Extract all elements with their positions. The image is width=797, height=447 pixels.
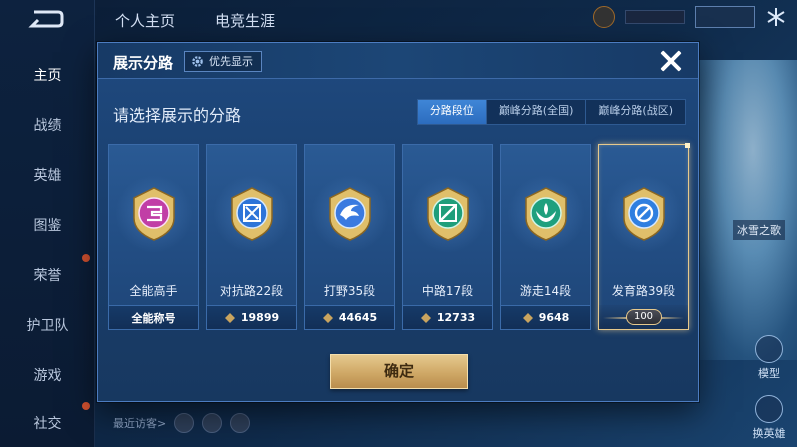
selected-footer: 100 <box>599 305 688 329</box>
model-icon <box>755 335 783 363</box>
recent-visitors-label: 最近访客> <box>113 417 167 430</box>
lane-display-dialog: 展示分路 优先显示 请选择展示的分路 分路段位 巅峰分路(全国) 巅峰分路(战区… <box>97 42 699 402</box>
lane-card-farm[interactable]: 发育路39段 100 <box>598 143 690 330</box>
notification-dot <box>82 402 90 410</box>
lane-card-name: 游走14段 <box>519 284 572 298</box>
lane-card-name: 全能高手 <box>129 284 178 298</box>
clash-lane-emblem-icon <box>230 187 273 241</box>
nav-item-honor[interactable]: 荣誉 <box>0 265 95 285</box>
dialog-title: 展示分路 <box>113 54 174 72</box>
allround-title-label: 全能称号 <box>131 311 176 325</box>
jungle-emblem-icon <box>328 187 371 241</box>
lane-card-footer: 12733 <box>403 305 492 329</box>
model-button[interactable]: 模型 <box>749 335 789 381</box>
nav-item-games[interactable]: 游戏 <box>0 365 95 385</box>
lane-card-list: 全能高手 全能称号 对抗路22段 19899 打野35段 44645 中路17段… <box>108 143 690 330</box>
lane-card-name: 中路17段 <box>421 284 474 298</box>
rank-badge: 100 <box>625 309 662 325</box>
visitor-avatar[interactable] <box>202 413 223 433</box>
lane-score: 12733 <box>436 311 476 324</box>
lane-card-footer: 9648 <box>501 305 590 329</box>
lane-card-name: 打野35段 <box>323 284 376 298</box>
back-arrow-icon <box>28 10 64 28</box>
top-right-controls <box>593 6 787 28</box>
notification-dot <box>82 254 90 262</box>
lane-card-roam[interactable]: 游走14段 9648 <box>500 144 591 330</box>
top-action-button[interactable] <box>695 6 755 28</box>
tab-peak-national[interactable]: 巅峰分路(全国) <box>487 100 587 124</box>
lane-score: 44645 <box>338 311 378 324</box>
lane-score: 19899 <box>240 311 280 324</box>
mid-lane-emblem-icon <box>426 187 469 241</box>
lane-card-footer: 全能称号 <box>109 305 198 329</box>
currency-bar <box>625 10 685 24</box>
snowflake-icon[interactable] <box>765 6 787 28</box>
lane-card-clash[interactable]: 对抗路22段 19899 <box>206 144 297 330</box>
lane-score: 9648 <box>538 311 570 324</box>
tab-lane-rank[interactable]: 分路段位 <box>417 100 487 124</box>
lane-card-jungle[interactable]: 打野35段 44645 <box>304 144 395 330</box>
priority-display-label: 优先显示 <box>209 55 253 68</box>
nav-item-social[interactable]: 社交 <box>0 413 95 433</box>
lane-card-name: 对抗路22段 <box>219 284 284 298</box>
nav-item-heroes[interactable]: 英雄 <box>0 165 95 185</box>
score-icon <box>420 312 431 323</box>
nav-item-home[interactable]: 主页 <box>0 65 95 85</box>
tab-esports-career[interactable]: 电竞生涯 <box>215 10 275 31</box>
model-button-label: 模型 <box>758 367 780 380</box>
priority-display-button[interactable]: 优先显示 <box>184 51 262 72</box>
change-hero-label: 换英雄 <box>752 427 786 440</box>
filter-tabs: 分路段位 巅峰分路(全国) 巅峰分路(战区) <box>416 99 686 125</box>
lane-card-mid[interactable]: 中路17段 12733 <box>402 144 493 330</box>
side-nav: 主页 战绩 英雄 图鉴 荣誉 护卫队 游戏 社交 <box>0 0 95 447</box>
score-icon <box>522 312 533 323</box>
nav-item-record[interactable]: 战绩 <box>0 115 95 135</box>
gear-icon <box>192 56 203 67</box>
lane-card-allround[interactable]: 全能高手 全能称号 <box>108 144 199 330</box>
lane-card-name: 发育路39段 <box>611 284 676 298</box>
score-icon <box>322 312 333 323</box>
player-avatar[interactable] <box>593 6 615 28</box>
confirm-button[interactable]: 确定 <box>330 354 468 389</box>
visitor-avatar[interactable] <box>230 413 251 433</box>
close-button[interactable] <box>658 48 684 74</box>
nav-item-guard[interactable]: 护卫队 <box>0 315 95 335</box>
back-button[interactable] <box>22 6 66 32</box>
recent-visitors[interactable]: 最近访客> <box>113 413 251 433</box>
dialog-subtitle: 请选择展示的分路 <box>113 106 242 125</box>
change-hero-icon <box>755 395 783 423</box>
hero-skin-art <box>687 60 797 360</box>
change-hero-button[interactable]: 换英雄 <box>749 395 789 441</box>
skin-name-label: 冰雪之歌 <box>733 220 785 240</box>
roam-emblem-icon <box>524 187 567 241</box>
lane-card-footer: 19899 <box>207 305 296 329</box>
dialog-header: 展示分路 优先显示 <box>98 43 698 79</box>
farm-lane-emblem-icon <box>622 187 665 241</box>
selected-corner-marker <box>685 143 690 148</box>
visitor-avatar[interactable] <box>174 413 195 433</box>
tab-personal-home[interactable]: 个人主页 <box>115 10 175 31</box>
tab-peak-region[interactable]: 巅峰分路(战区) <box>586 100 685 124</box>
profile-tabs: 个人主页 电竞生涯 <box>115 10 275 31</box>
lane-card-footer: 44645 <box>305 305 394 329</box>
allround-emblem-icon <box>132 187 175 241</box>
nav-item-codex[interactable]: 图鉴 <box>0 215 95 235</box>
score-icon <box>224 312 235 323</box>
